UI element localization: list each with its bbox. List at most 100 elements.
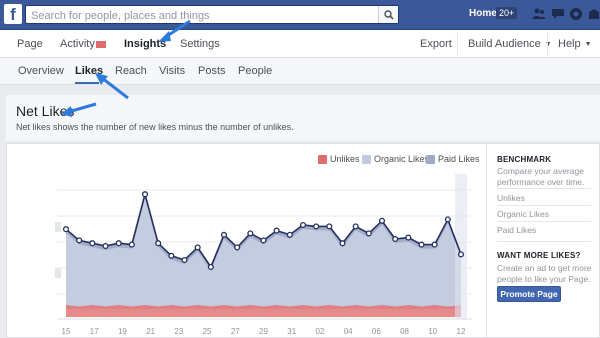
benchmark-title: BENCHMARK xyxy=(497,155,552,164)
caret-down-icon: ▼ xyxy=(584,41,592,48)
benchmark-description: Compare your average performance over ti… xyxy=(497,166,585,187)
x-tick-label: 08 xyxy=(400,327,409,336)
divider xyxy=(497,205,591,206)
divider xyxy=(497,221,591,222)
tab-overview[interactable]: Overview xyxy=(18,65,64,77)
notifications-icon[interactable] xyxy=(569,7,583,21)
x-tick-label: 12 xyxy=(457,327,466,336)
data-point xyxy=(313,223,320,230)
data-point xyxy=(194,244,201,251)
data-point xyxy=(392,235,399,243)
nav-help[interactable]: Help ▼ xyxy=(558,38,592,50)
x-tick-label: 17 xyxy=(90,327,99,336)
x-tick-label: 29 xyxy=(259,327,268,336)
y-axis-label-placeholder xyxy=(55,222,61,232)
tab-visits[interactable]: Visits xyxy=(159,65,185,77)
data-point xyxy=(207,263,214,271)
data-point xyxy=(260,237,267,244)
tab-posts[interactable]: Posts xyxy=(198,65,226,77)
page-navigation: Page Activity Insights Settings Export B… xyxy=(0,30,600,58)
search-box xyxy=(25,5,399,25)
nav-separator xyxy=(547,33,548,55)
x-tick-label: 04 xyxy=(344,327,353,336)
data-point xyxy=(352,223,359,230)
section-description: Net likes shows the number of new likes … xyxy=(16,122,294,132)
benchmark-unlikes-link[interactable]: Unlikes xyxy=(497,193,525,203)
benchmark-sidebar: BENCHMARK Compare your average performan… xyxy=(486,143,600,338)
caret-down-icon: ▼ xyxy=(544,41,552,48)
data-point xyxy=(102,242,109,250)
hover-highlight xyxy=(455,174,467,319)
data-point xyxy=(378,217,386,224)
data-point xyxy=(457,251,465,258)
want-more-likes-title: WANT MORE LIKES? xyxy=(497,251,581,260)
data-point xyxy=(168,252,175,259)
tab-people[interactable]: People xyxy=(238,65,272,77)
section-title: Net Likes xyxy=(16,103,75,119)
data-point xyxy=(89,240,96,247)
want-more-likes-description: Create an ad to get more people to like … xyxy=(497,263,592,284)
home-link[interactable]: Home xyxy=(469,8,497,19)
x-tick-label: 19 xyxy=(118,327,127,336)
chart-panel: Unlikes Organic Likes Paid Likes 15 17 19 2… xyxy=(6,143,486,338)
divider xyxy=(497,241,591,242)
data-point xyxy=(286,231,293,238)
tab-reach[interactable]: Reach xyxy=(115,65,147,77)
data-point xyxy=(141,191,149,198)
x-tick-label: 25 xyxy=(203,327,212,336)
x-tick-label: 15 xyxy=(62,327,71,336)
y-axis-label-placeholder xyxy=(55,268,61,278)
data-point xyxy=(405,234,412,241)
messages-icon[interactable] xyxy=(551,7,565,21)
privacy-icon[interactable] xyxy=(587,7,600,21)
x-tick-label: 06 xyxy=(372,327,381,336)
nav-activity-label: Activity xyxy=(60,38,95,50)
nav-separator xyxy=(457,33,458,55)
organic-likes-area xyxy=(66,194,461,309)
data-point xyxy=(247,230,254,237)
data-point xyxy=(326,223,333,230)
home-count-badge: 20+ xyxy=(496,7,518,19)
data-point xyxy=(444,216,451,223)
data-point xyxy=(128,241,135,248)
nav-insights[interactable]: Insights xyxy=(124,38,166,50)
net-likes-chart: 15 17 19 21 23 25 27 29 31 02 04 06 08 10 12 xyxy=(55,174,472,336)
x-tick-label: 02 xyxy=(315,327,324,336)
x-tick-label: 31 xyxy=(287,327,296,336)
tab-likes[interactable]: Likes xyxy=(75,65,103,77)
data-point xyxy=(273,227,280,234)
build-audience-label: Build Audience xyxy=(468,38,541,50)
search-input[interactable] xyxy=(26,7,366,25)
nav-activity[interactable]: Activity xyxy=(60,38,106,50)
data-point xyxy=(220,231,228,238)
nav-export[interactable]: Export xyxy=(420,38,452,50)
facebook-logo[interactable]: f xyxy=(4,4,22,24)
x-tick-label: 23 xyxy=(174,327,183,336)
nav-settings[interactable]: Settings xyxy=(180,38,220,50)
data-point xyxy=(365,230,372,237)
data-point xyxy=(418,241,425,248)
data-point xyxy=(181,256,188,264)
promote-page-button[interactable]: Promote Page xyxy=(497,286,561,302)
data-point xyxy=(234,244,241,251)
top-navigation-bar: f Home 20+ xyxy=(0,0,600,30)
search-button[interactable] xyxy=(378,6,398,23)
x-tick-label: 21 xyxy=(146,327,155,336)
benchmark-paid-likes-link[interactable]: Paid Likes xyxy=(497,225,536,235)
benchmark-organic-likes-link[interactable]: Organic Likes xyxy=(497,209,549,219)
data-point xyxy=(62,226,70,233)
activity-badge xyxy=(95,41,106,48)
search-icon xyxy=(383,9,394,20)
net-likes-header: Net Likes Net likes shows the number of … xyxy=(6,95,600,141)
data-point xyxy=(339,240,346,247)
active-tab-indicator xyxy=(75,82,99,84)
nav-build-audience[interactable]: Build Audience ▼ xyxy=(468,38,552,50)
data-point xyxy=(431,241,438,248)
data-point xyxy=(115,240,122,247)
nav-page[interactable]: Page xyxy=(17,38,43,50)
friends-icon[interactable] xyxy=(532,7,546,21)
help-label: Help xyxy=(558,38,581,50)
data-point xyxy=(299,221,307,229)
x-tick-label: 10 xyxy=(428,327,437,336)
x-tick-label: 27 xyxy=(231,327,240,336)
